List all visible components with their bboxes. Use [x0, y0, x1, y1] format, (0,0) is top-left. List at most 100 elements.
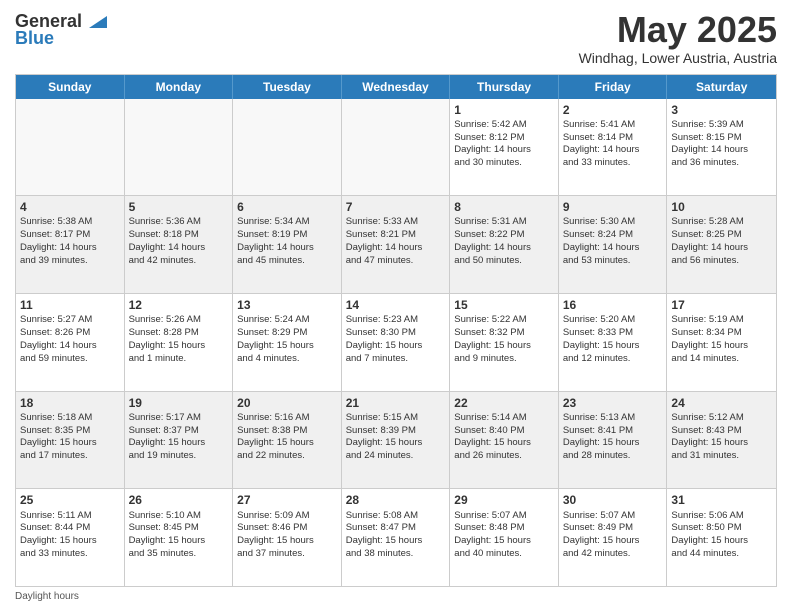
day-info: and 40 minutes.: [454, 548, 554, 561]
day-info: Sunrise: 5:16 AM: [237, 412, 337, 425]
day-info: Sunset: 8:47 PM: [346, 522, 446, 535]
day-number: 11: [20, 297, 120, 313]
day-number: 15: [454, 297, 554, 313]
day-info: and 50 minutes.: [454, 255, 554, 268]
day-info: and 47 minutes.: [346, 255, 446, 268]
day-info: and 59 minutes.: [20, 353, 120, 366]
day-number: 5: [129, 199, 229, 215]
day-info: and 4 minutes.: [237, 353, 337, 366]
calendar-header-cell: Sunday: [16, 75, 125, 99]
calendar-row: 18Sunrise: 5:18 AMSunset: 8:35 PMDayligh…: [16, 392, 776, 490]
day-number: 29: [454, 492, 554, 508]
day-info: Daylight: 14 hours: [346, 242, 446, 255]
day-info: Sunrise: 5:41 AM: [563, 119, 663, 132]
day-info: Sunrise: 5:20 AM: [563, 314, 663, 327]
calendar-cell: 17Sunrise: 5:19 AMSunset: 8:34 PMDayligh…: [667, 294, 776, 391]
calendar-cell: 18Sunrise: 5:18 AMSunset: 8:35 PMDayligh…: [16, 392, 125, 489]
day-info: and 28 minutes.: [563, 450, 663, 463]
day-number: 31: [671, 492, 772, 508]
day-info: Sunrise: 5:06 AM: [671, 510, 772, 523]
month-title: May 2025: [579, 10, 777, 50]
calendar-header-cell: Friday: [559, 75, 668, 99]
day-info: and 42 minutes.: [563, 548, 663, 561]
day-info: Daylight: 15 hours: [454, 340, 554, 353]
calendar-row: 11Sunrise: 5:27 AMSunset: 8:26 PMDayligh…: [16, 294, 776, 392]
calendar-cell: 21Sunrise: 5:15 AMSunset: 8:39 PMDayligh…: [342, 392, 451, 489]
calendar-row: 1Sunrise: 5:42 AMSunset: 8:12 PMDaylight…: [16, 99, 776, 197]
day-info: Sunrise: 5:08 AM: [346, 510, 446, 523]
day-info: Sunset: 8:34 PM: [671, 327, 772, 340]
day-info: and 36 minutes.: [671, 157, 772, 170]
day-info: Daylight: 15 hours: [129, 437, 229, 450]
day-info: Daylight: 14 hours: [563, 242, 663, 255]
day-info: Daylight: 14 hours: [20, 242, 120, 255]
day-info: Daylight: 15 hours: [346, 535, 446, 548]
day-info: Sunset: 8:43 PM: [671, 425, 772, 438]
day-info: Sunrise: 5:28 AM: [671, 216, 772, 229]
day-info: Daylight: 15 hours: [671, 437, 772, 450]
day-number: 25: [20, 492, 120, 508]
day-number: 6: [237, 199, 337, 215]
day-info: Daylight: 15 hours: [671, 340, 772, 353]
day-info: Sunset: 8:37 PM: [129, 425, 229, 438]
day-info: Sunset: 8:39 PM: [346, 425, 446, 438]
day-info: and 45 minutes.: [237, 255, 337, 268]
day-number: 22: [454, 395, 554, 411]
calendar-cell: 14Sunrise: 5:23 AMSunset: 8:30 PMDayligh…: [342, 294, 451, 391]
calendar-cell: 13Sunrise: 5:24 AMSunset: 8:29 PMDayligh…: [233, 294, 342, 391]
day-number: 28: [346, 492, 446, 508]
calendar-cell: 28 Sunrise: 5:08 AMSunset: 8:47 PMDayligh…: [342, 489, 451, 586]
day-info: and 44 minutes.: [671, 548, 772, 561]
day-info: Sunrise: 5:10 AM: [129, 510, 229, 523]
day-number: 7: [346, 199, 446, 215]
day-info: Daylight: 15 hours: [563, 437, 663, 450]
calendar-cell: 1Sunrise: 5:42 AMSunset: 8:12 PMDaylight…: [450, 99, 559, 196]
calendar-cell: 22Sunrise: 5:14 AMSunset: 8:40 PMDayligh…: [450, 392, 559, 489]
day-info: and 42 minutes.: [129, 255, 229, 268]
calendar-header-cell: Thursday: [450, 75, 559, 99]
day-info: Sunset: 8:45 PM: [129, 522, 229, 535]
calendar-cell: [233, 99, 342, 196]
day-info: and 30 minutes.: [454, 157, 554, 170]
day-info: and 56 minutes.: [671, 255, 772, 268]
day-number: 21: [346, 395, 446, 411]
day-info: Sunset: 8:44 PM: [20, 522, 120, 535]
day-info: Sunset: 8:22 PM: [454, 229, 554, 242]
day-info: Sunrise: 5:07 AM: [563, 510, 663, 523]
calendar-cell: 7Sunrise: 5:33 AMSunset: 8:21 PMDaylight…: [342, 196, 451, 293]
day-info: Sunset: 8:21 PM: [346, 229, 446, 242]
day-info: and 38 minutes.: [346, 548, 446, 561]
day-info: Sunset: 8:35 PM: [20, 425, 120, 438]
calendar-cell: 23Sunrise: 5:13 AMSunset: 8:41 PMDayligh…: [559, 392, 668, 489]
day-number: 1: [454, 102, 554, 118]
day-info: Sunrise: 5:14 AM: [454, 412, 554, 425]
calendar-cell: 24Sunrise: 5:12 AMSunset: 8:43 PMDayligh…: [667, 392, 776, 489]
day-info: Daylight: 15 hours: [346, 437, 446, 450]
calendar-cell: 10Sunrise: 5:28 AMSunset: 8:25 PMDayligh…: [667, 196, 776, 293]
day-info: Daylight: 15 hours: [129, 340, 229, 353]
header: General Blue May 2025 Windhag, Lower Aus…: [15, 10, 777, 66]
day-info: and 33 minutes.: [20, 548, 120, 561]
day-number: 13: [237, 297, 337, 313]
day-info: Sunrise: 5:07 AM: [454, 510, 554, 523]
day-info: Sunrise: 5:17 AM: [129, 412, 229, 425]
calendar-cell: 29Sunrise: 5:07 AMSunset: 8:48 PMDayligh…: [450, 489, 559, 586]
calendar-cell: 31Sunrise: 5:06 AMSunset: 8:50 PMDayligh…: [667, 489, 776, 586]
day-info: Sunrise: 5:13 AM: [563, 412, 663, 425]
calendar-row: 4Sunrise: 5:38 AMSunset: 8:17 PMDaylight…: [16, 196, 776, 294]
day-number: 17: [671, 297, 772, 313]
day-info: and 1 minute.: [129, 353, 229, 366]
calendar-cell: 2Sunrise: 5:41 AMSunset: 8:14 PMDaylight…: [559, 99, 668, 196]
day-info: Daylight: 14 hours: [454, 242, 554, 255]
day-info: Daylight: 15 hours: [20, 437, 120, 450]
day-info: Sunset: 8:24 PM: [563, 229, 663, 242]
day-info: Sunrise: 5:42 AM: [454, 119, 554, 132]
day-info: Daylight: 15 hours: [563, 340, 663, 353]
day-info: Daylight: 15 hours: [671, 535, 772, 548]
logo-icon: [85, 10, 107, 32]
footer: Daylight hours: [15, 591, 777, 602]
day-number: 9: [563, 199, 663, 215]
day-info: Daylight: 15 hours: [563, 535, 663, 548]
day-info: and 39 minutes.: [20, 255, 120, 268]
day-info: Daylight: 15 hours: [20, 535, 120, 548]
